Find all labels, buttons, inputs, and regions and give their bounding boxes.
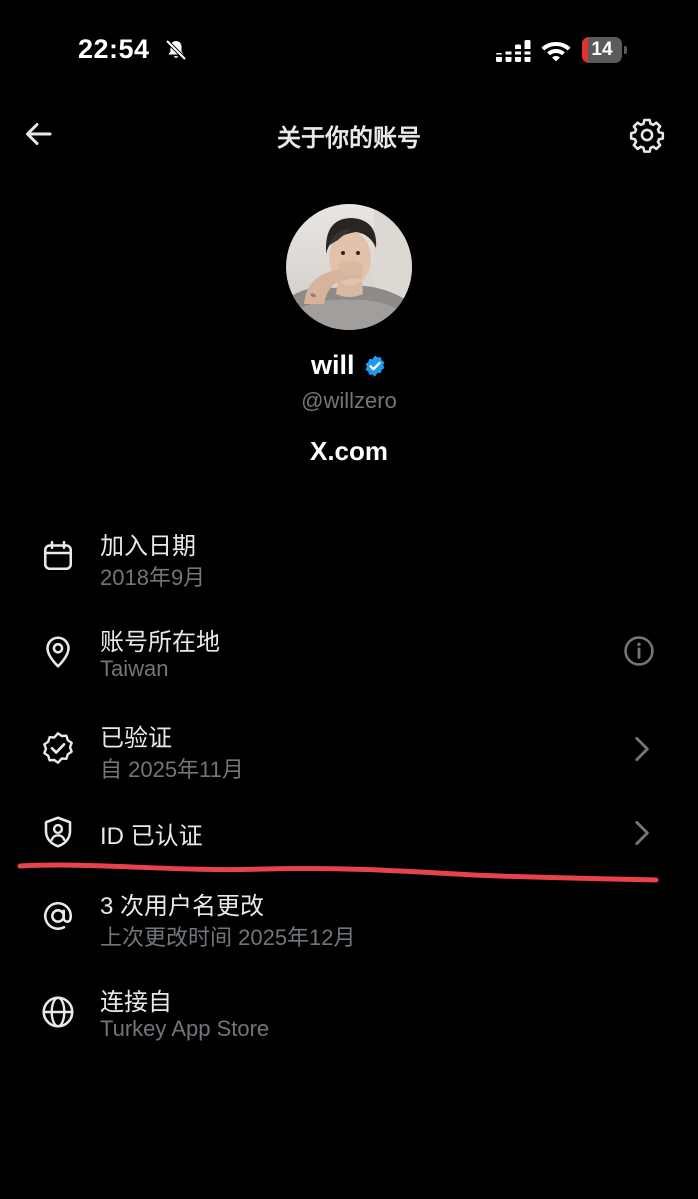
battery-body: 14 — [582, 37, 622, 63]
info-item-join-date: 加入日期 2018年9月 — [0, 510, 698, 600]
calendar-icon — [43, 540, 73, 571]
cellular-signal-icon — [496, 40, 532, 62]
arrow-left-icon[interactable] — [20, 116, 56, 152]
info-icon[interactable] — [622, 634, 656, 668]
status-bar: 22:54 14 — [0, 0, 698, 100]
verified-seal-icon — [43, 732, 73, 764]
item-title: ID 已认证 — [100, 823, 203, 850]
wifi-icon — [541, 42, 571, 62]
globe-icon — [42, 996, 74, 1028]
red-underline-annotation — [17, 862, 659, 883]
site-label: X.com — [309, 436, 389, 466]
display-name-row: will — [0, 350, 698, 381]
nav-bar: 关于你的账号 — [0, 100, 698, 166]
item-subtitle: Taiwan — [100, 656, 169, 681]
chevron-right-icon — [635, 820, 649, 846]
shield-person-icon — [44, 816, 72, 848]
info-item-account-location: 账号所在地 Taiwan — [0, 606, 698, 696]
item-subtitle: 上次更改时间 2025年12月 — [100, 925, 356, 950]
battery-tip — [624, 46, 627, 54]
info-item-verified[interactable]: 已验证 自 2025年11月 — [0, 702, 698, 792]
item-subtitle: Turkey App Store — [100, 1016, 270, 1041]
status-time: 22:54 — [78, 34, 150, 64]
at-sign-icon — [43, 901, 73, 931]
gear-icon[interactable] — [628, 116, 666, 154]
info-item-connected-from: 连接自 Turkey App Store — [0, 970, 698, 1060]
item-title: 已验证 — [100, 725, 172, 752]
item-title: 连接自 — [100, 989, 172, 1016]
verified-badge-icon — [365, 355, 385, 376]
item-subtitle: 2018年9月 — [100, 565, 206, 590]
battery-icon: 14 — [582, 37, 628, 63]
display-name: will — [311, 350, 355, 380]
item-title: 加入日期 — [100, 533, 196, 560]
username: @willzero — [301, 388, 397, 413]
chevron-right-icon — [635, 736, 649, 762]
avatar — [286, 204, 412, 330]
item-subtitle: 自 2025年11月 — [100, 757, 244, 782]
item-title: 3 次用户名更改 — [100, 893, 265, 920]
bell-slash-icon — [165, 39, 187, 61]
battery-level: 14 — [591, 39, 613, 60]
item-title: 账号所在地 — [100, 629, 220, 656]
location-pin-icon — [46, 636, 70, 668]
page-title: 关于你的账号 — [277, 125, 421, 152]
